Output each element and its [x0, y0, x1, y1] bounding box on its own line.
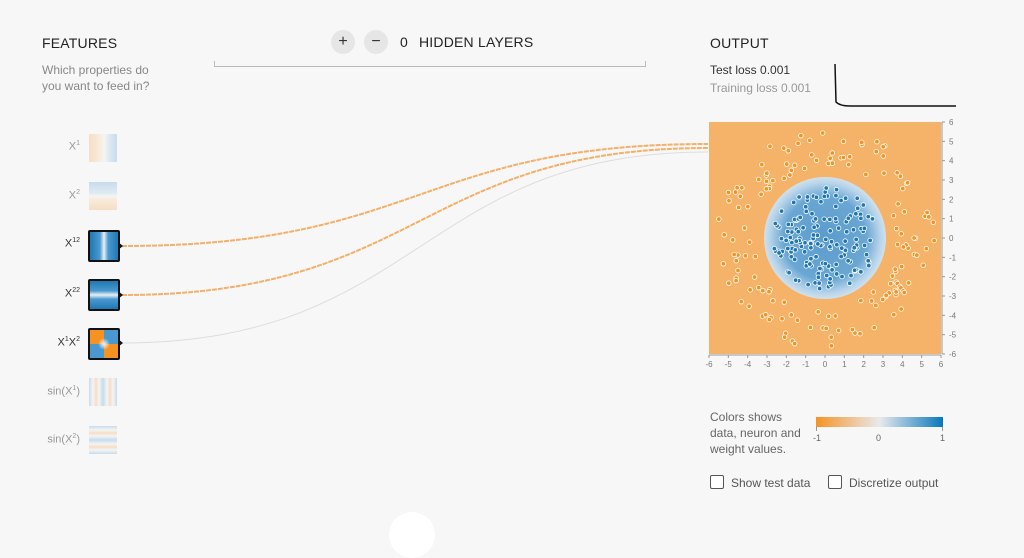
y-tick-label: 1: [949, 215, 954, 224]
y-tick-label: -6: [949, 350, 957, 359]
show-test-data-checkbox[interactable]: [710, 475, 724, 489]
color-scale-bar: [816, 417, 943, 427]
link-x2-squared[interactable]: [121, 147, 709, 296]
x-tick-label: 5: [919, 360, 924, 369]
link-x1x2[interactable]: [121, 151, 709, 344]
y-tick-label: -5: [949, 331, 957, 340]
loss-curve: [834, 63, 956, 107]
x-tick-label: -2: [783, 360, 791, 369]
discretize-output-checkbox[interactable]: [828, 475, 842, 489]
x-tick-label: -4: [744, 360, 752, 369]
color-scale-mid: 0: [876, 433, 882, 443]
link-arrow-x1-squared: [118, 242, 123, 250]
color-scale-ticks: [816, 427, 943, 431]
x-tick-label: 6: [939, 360, 944, 369]
color-scale-min: -1: [813, 433, 822, 443]
discretize-output-label[interactable]: Discretize output: [849, 476, 938, 490]
x-tick-label: 4: [900, 360, 905, 369]
show-test-data-label[interactable]: Show test data: [731, 476, 810, 490]
test-loss: Test loss 0.001: [710, 63, 791, 77]
y-tick-label: 3: [949, 176, 954, 185]
y-tick-label: 6: [949, 118, 954, 127]
x-tick-label: -3: [763, 360, 771, 369]
y-tick-label: -3: [949, 292, 957, 301]
training-loss: Training loss 0.001: [710, 81, 811, 95]
y-tick-label: 0: [949, 234, 954, 243]
output-axes: -6 -5 -4 -3 -2 -1 0 1 2 3 4 5 6 6 5 4 3 2 1 0 -1 -2 -3 -4 -5 -6: [705, 118, 957, 369]
play-button[interactable]: [389, 512, 435, 558]
output-title: OUTPUT: [710, 35, 769, 51]
x-tick-label: -1: [802, 360, 810, 369]
link-arrow-x2-squared: [118, 291, 123, 299]
link-arrow-x1x2: [118, 339, 123, 347]
y-tick-label: 2: [949, 195, 954, 204]
x-tick-label: 2: [861, 360, 866, 369]
y-tick-label: -4: [949, 311, 957, 320]
x-tick-label: -5: [725, 360, 733, 369]
color-scale-max: 1: [940, 433, 946, 443]
y-tick-label: 5: [949, 137, 954, 146]
x-tick-label: 0: [823, 360, 828, 369]
x-tick-label: 3: [881, 360, 886, 369]
y-tick-label: -2: [949, 273, 957, 282]
x-tick-label: -6: [705, 360, 713, 369]
y-tick-label: -1: [949, 253, 957, 262]
x-tick-label: 1: [842, 360, 847, 369]
legend-text: Colors shows data, neuron and weight val…: [710, 410, 801, 456]
y-tick-label: 4: [949, 157, 954, 166]
